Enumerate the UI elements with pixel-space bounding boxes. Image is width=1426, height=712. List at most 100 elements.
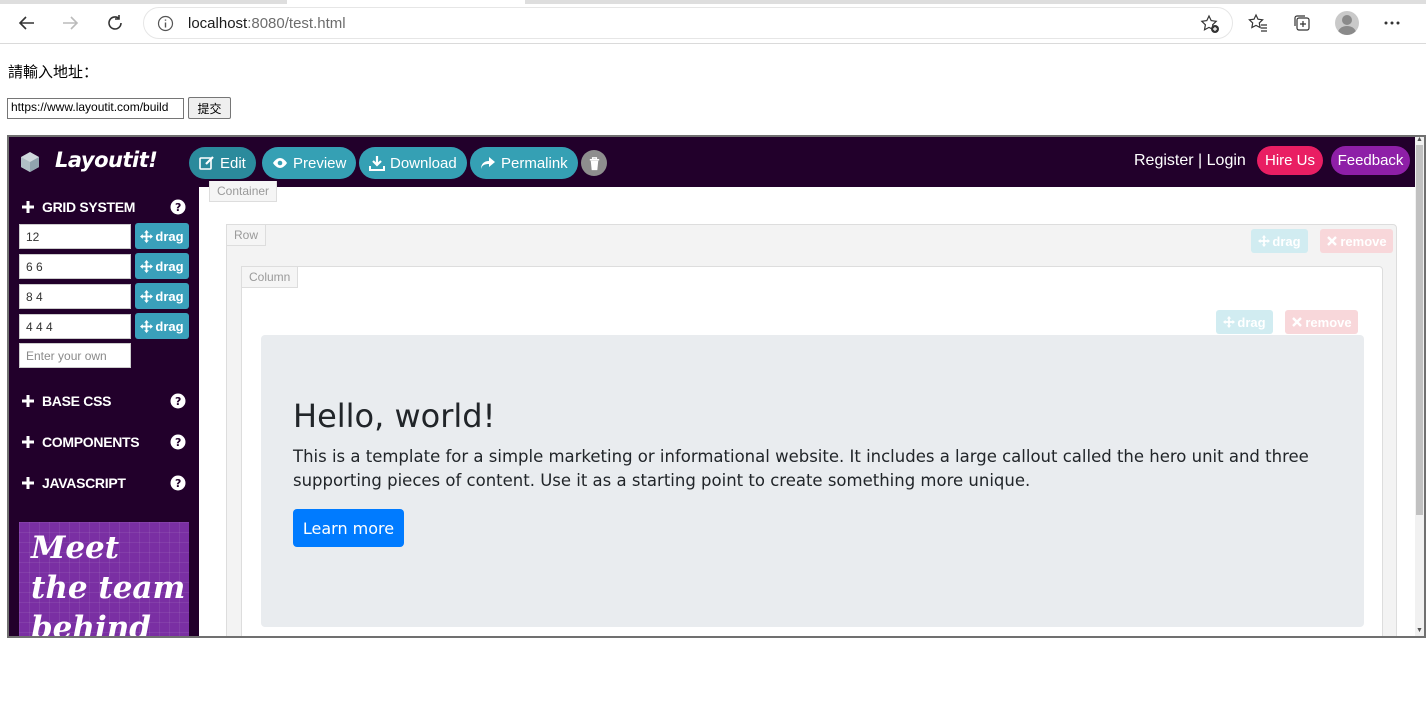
grid-row-6-6[interactable]: 6 6 bbox=[19, 254, 131, 279]
share-icon bbox=[481, 157, 495, 169]
row-remove-button[interactable]: remove bbox=[1320, 229, 1393, 253]
layoutit-navbar: Layoutit! Edit Preview Download Permalin… bbox=[9, 137, 1415, 187]
move-icon bbox=[140, 229, 154, 243]
forward-icon[interactable] bbox=[57, 10, 83, 36]
info-icon[interactable] bbox=[157, 15, 174, 32]
brand-logo[interactable]: Layoutit! bbox=[55, 148, 158, 172]
close-icon bbox=[1327, 236, 1338, 246]
favorites-icon[interactable] bbox=[1246, 11, 1270, 35]
help-icon[interactable]: ? bbox=[170, 475, 186, 491]
components-label: COMPONENTS bbox=[42, 434, 140, 450]
hero-text: This is a template for a simple marketin… bbox=[293, 447, 1309, 490]
register-link[interactable]: Register bbox=[1134, 152, 1194, 170]
drag-label: drag bbox=[155, 318, 184, 334]
hero-jumbotron: Hello, world! This is a template for a s… bbox=[261, 335, 1364, 627]
feedback-button[interactable]: Feedback bbox=[1331, 146, 1410, 175]
preview-label: Preview bbox=[293, 154, 347, 172]
hire-us-button[interactable]: Hire Us bbox=[1257, 146, 1323, 175]
collections-icon[interactable] bbox=[1290, 11, 1314, 35]
grid-row-4-4-4[interactable]: 4 4 4 bbox=[19, 314, 131, 339]
edit-button[interactable]: Edit bbox=[189, 147, 256, 179]
address-url[interactable]: localhost:8080/test.html bbox=[188, 15, 346, 32]
sidebar-grid-system[interactable]: GRID SYSTEM ? bbox=[21, 197, 186, 217]
move-icon bbox=[140, 289, 154, 303]
move-icon bbox=[1223, 316, 1236, 328]
trash-icon[interactable] bbox=[581, 150, 607, 176]
auth-links: Register | Login bbox=[1134, 152, 1246, 170]
svg-text:?: ? bbox=[175, 201, 181, 214]
move-icon bbox=[140, 259, 154, 273]
download-label: Download bbox=[390, 154, 457, 172]
scroll-up-arrow[interactable]: ▲ bbox=[1416, 137, 1423, 143]
sidebar-javascript[interactable]: JAVASCRIPT ? bbox=[21, 473, 186, 493]
grid-row-8-4-drag[interactable]: drag bbox=[135, 283, 189, 309]
sidebar-components[interactable]: COMPONENTS ? bbox=[21, 432, 186, 452]
help-icon[interactable]: ? bbox=[170, 434, 186, 450]
promo-line: Meet bbox=[31, 530, 120, 566]
learn-more-button[interactable]: Learn more bbox=[293, 509, 404, 547]
back-icon[interactable] bbox=[14, 10, 40, 36]
preview-button[interactable]: Preview bbox=[262, 147, 357, 179]
sidebar-base-css[interactable]: BASE CSS ? bbox=[21, 391, 186, 411]
drag-label: drag bbox=[155, 228, 184, 244]
login-link[interactable]: Login bbox=[1207, 152, 1246, 170]
javascript-label: JAVASCRIPT bbox=[42, 475, 126, 491]
active-tab[interactable] bbox=[287, 0, 525, 4]
edit-label: Edit bbox=[220, 154, 246, 172]
browser-toolbar: localhost:8080/test.html bbox=[0, 0, 1426, 44]
plus-icon bbox=[22, 477, 34, 489]
svg-text:?: ? bbox=[175, 395, 181, 408]
move-icon bbox=[1258, 235, 1271, 247]
promo-line: the team bbox=[31, 570, 186, 606]
download-button[interactable]: Download bbox=[359, 147, 467, 179]
layout-canvas: Container Row drag remove Column drag re… bbox=[199, 181, 1415, 636]
team-promo-banner[interactable]: Meet the team behind bbox=[19, 522, 189, 638]
reload-icon[interactable] bbox=[102, 10, 128, 36]
promo-line: behind bbox=[31, 610, 151, 638]
url-input[interactable]: https://www.layoutit.com/build bbox=[7, 98, 184, 119]
grid-row-4-4-4-drag[interactable]: drag bbox=[135, 313, 189, 339]
grid-row-8-4[interactable]: 8 4 bbox=[19, 284, 131, 309]
close-icon bbox=[1292, 317, 1303, 327]
drag-label: drag bbox=[1237, 314, 1266, 330]
drag-label: drag bbox=[155, 288, 184, 304]
column-drag-button[interactable]: drag bbox=[1216, 310, 1273, 334]
custom-grid-input[interactable]: Enter your own bbox=[19, 343, 131, 368]
edit-icon bbox=[199, 156, 214, 170]
cube-logo-icon bbox=[21, 152, 39, 172]
column-remove-button[interactable]: remove bbox=[1285, 310, 1358, 334]
drag-label: drag bbox=[1272, 233, 1301, 249]
profile-avatar[interactable] bbox=[1335, 11, 1359, 35]
drag-label: drag bbox=[155, 258, 184, 274]
row-drag-button[interactable]: drag bbox=[1251, 229, 1308, 253]
row-label: Row bbox=[226, 224, 267, 246]
submit-button[interactable]: 提交 bbox=[188, 97, 231, 119]
move-icon bbox=[140, 319, 154, 333]
address-bar[interactable]: localhost:8080/test.html bbox=[143, 7, 1233, 39]
grid-system-label: GRID SYSTEM bbox=[42, 199, 136, 215]
help-icon[interactable]: ? bbox=[170, 199, 186, 215]
help-icon[interactable]: ? bbox=[170, 393, 186, 409]
scrollbar-thumb[interactable] bbox=[1416, 145, 1423, 515]
plus-icon bbox=[22, 201, 34, 213]
add-favorite-icon[interactable] bbox=[1200, 14, 1220, 34]
layoutit-sidebar: GRID SYSTEM ? 12 drag 6 6 drag 8 4 drag … bbox=[9, 187, 199, 638]
grid-row-12[interactable]: 12 bbox=[19, 224, 131, 249]
iframe-scrollbar[interactable]: ▲ ▼ bbox=[1415, 137, 1424, 636]
hero-title: Hello, world! bbox=[293, 397, 496, 435]
permalink-label: Permalink bbox=[501, 154, 568, 172]
more-menu-icon[interactable] bbox=[1380, 11, 1404, 35]
scroll-down-arrow[interactable]: ▼ bbox=[1416, 627, 1423, 634]
plus-icon bbox=[22, 436, 34, 448]
tab-strip bbox=[0, 0, 1426, 4]
base-css-label: BASE CSS bbox=[42, 393, 112, 409]
remove-label: remove bbox=[1305, 314, 1352, 330]
promo-text: Meet the team behind bbox=[31, 528, 186, 638]
remove-label: remove bbox=[1340, 233, 1387, 249]
layoutit-iframe: Layoutit! Edit Preview Download Permalin… bbox=[7, 135, 1426, 638]
grid-row-12-drag[interactable]: drag bbox=[135, 223, 189, 249]
permalink-button[interactable]: Permalink bbox=[470, 147, 578, 179]
grid-row-6-6-drag[interactable]: drag bbox=[135, 253, 189, 279]
eye-icon bbox=[273, 158, 287, 168]
plus-icon bbox=[22, 395, 34, 407]
